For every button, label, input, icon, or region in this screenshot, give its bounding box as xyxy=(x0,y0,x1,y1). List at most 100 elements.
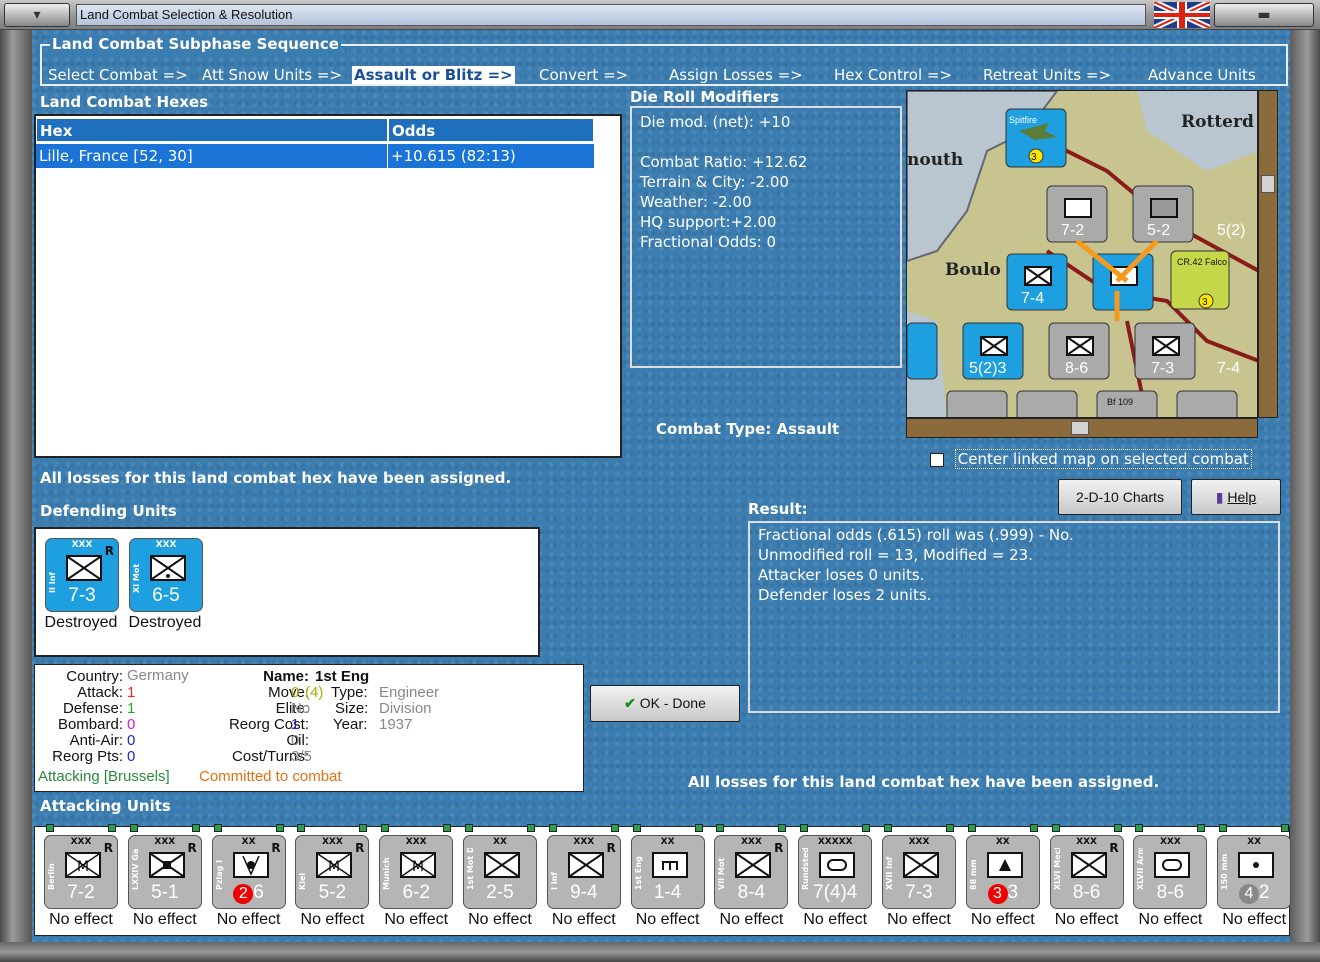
attack-factor-badge: 2 xyxy=(233,884,254,904)
unit-strength: 6-2 xyxy=(402,882,430,903)
attacking-units-box: XXX R Berlin M 7-2 No effect XXX R LXXIV Garr 5-1… xyxy=(34,824,1292,936)
ok-done-label: OK - Done xyxy=(639,695,706,711)
unit-size: XX xyxy=(1247,837,1262,847)
infantry-icon xyxy=(567,852,604,878)
map-unit-berlin: 7-2 xyxy=(1061,222,1084,239)
size-key: Size: xyxy=(335,700,369,717)
unit-strength: 26 xyxy=(213,882,285,904)
defense-value: 1 xyxy=(127,700,136,717)
reserve-marker: R xyxy=(355,841,365,855)
unit-strength: 7(4)4 xyxy=(813,882,858,903)
attacking-unit[interactable]: XXXXX Rundstedt 7(4)4 xyxy=(798,835,873,909)
supply-marker xyxy=(297,824,306,832)
supply-marker xyxy=(275,824,284,832)
window-title: Land Combat Selection & Resolution xyxy=(76,4,1146,26)
attacking-unit[interactable]: XXX R LXXIV Garr 5-1 xyxy=(127,835,202,909)
unit-strength: 1-4 xyxy=(653,882,682,903)
attack-value: 1 xyxy=(127,684,136,701)
attacking-unit[interactable]: XX R Pzlag I26 xyxy=(211,835,286,909)
map-unit-spitfire: Spitfire xyxy=(1009,115,1037,125)
engineer-icon xyxy=(651,852,688,878)
move-key: Move: xyxy=(268,684,309,701)
supply-marker xyxy=(191,824,200,832)
unit-size: XX xyxy=(493,837,507,847)
attacking-unit[interactable]: XXX R Kiel M 5-2 xyxy=(295,835,370,909)
attacking-unit[interactable]: XX 88 mm 3 3 xyxy=(965,835,1040,909)
map-vertical-scrollbar[interactable] xyxy=(1258,90,1278,418)
map-unit-cr42-value: 3 xyxy=(1202,297,1208,308)
supply-marker xyxy=(862,824,871,832)
unit-status: No effect xyxy=(803,911,868,928)
close-window-button[interactable]: ▬ xyxy=(1214,3,1314,27)
result-loss-message: All losses for this land combat hex have… xyxy=(688,773,1160,791)
supply-marker xyxy=(108,824,116,832)
center-linked-map-checkbox[interactable]: Center linked map on selected combat xyxy=(930,449,1280,472)
step-retreat-units: Retreat Units => xyxy=(983,66,1112,84)
type-value: Engineer xyxy=(379,684,440,701)
mech-icon: M xyxy=(65,852,101,878)
committed-status: Committed to combat xyxy=(199,768,342,785)
bombard-key: Bombard: xyxy=(57,716,123,733)
attacking-unit[interactable]: XX 1st Eng 1-4 xyxy=(630,835,705,909)
linked-map[interactable]: Rotterd Boulo nouth 7-2 5-2 7-4 5(2)3 8-… xyxy=(906,90,1258,418)
attack-factor-badge: 4 xyxy=(1238,884,1259,904)
panzerjager-icon xyxy=(232,852,269,878)
result-line: Attacker loses 0 units. xyxy=(758,566,925,584)
drm-hq-support: HQ support:+2.00 xyxy=(640,213,777,231)
map-horizontal-scrollbar[interactable] xyxy=(906,418,1258,438)
unit-status: No effect xyxy=(551,911,616,928)
unit-status: No effect xyxy=(970,911,1035,928)
drm-fractional-odds: Fractional Odds: 0 xyxy=(640,233,777,251)
map-vscroll-thumb[interactable] xyxy=(1261,175,1275,193)
ok-done-button[interactable]: ✔ OK - Done xyxy=(590,685,740,722)
unit-size: XX xyxy=(660,837,675,847)
attacking-unit[interactable]: XXX R XLVI Mech 8-6 xyxy=(1049,835,1124,909)
attacking-unit[interactable]: XXX R Berlin M 7-2 xyxy=(44,835,118,909)
column-header-hex[interactable]: Hex xyxy=(36,118,388,142)
subphase-sequence: Land Combat Subphase Sequence Select Com… xyxy=(40,35,1288,86)
reserve-marker: R xyxy=(103,841,113,855)
garrison-icon xyxy=(148,852,185,878)
supply-marker xyxy=(46,824,54,832)
result-line: Unmodified roll = 13, Modified = 23. xyxy=(758,546,1033,564)
step-select-combat: Select Combat => xyxy=(48,66,188,84)
name-key: Name: xyxy=(263,668,309,685)
attacking-unit[interactable]: XXX XVII Inf 7-3 xyxy=(882,835,956,909)
defending-unit-ii-inf[interactable]: XXX R II Inf 7-3 xyxy=(45,538,119,612)
supply-marker xyxy=(381,824,390,832)
supply-marker xyxy=(610,824,619,832)
column-header-odds[interactable]: Odds xyxy=(388,118,594,142)
attacking-unit[interactable]: XXX Munich M 6-2 xyxy=(379,835,454,909)
help-button[interactable]: ▮ Help xyxy=(1191,479,1281,515)
hq-icon xyxy=(819,852,856,878)
unit-strength: 9-4 xyxy=(570,882,598,903)
charts-button[interactable]: 2-D-10 Charts xyxy=(1058,479,1182,515)
artillery-icon xyxy=(986,852,1023,878)
attacking-unit[interactable]: XX 150 mm 4 2 xyxy=(1217,835,1292,909)
unit-status: No effect xyxy=(384,911,449,928)
unit-strength-value: 2 xyxy=(1258,882,1270,903)
attacking-unit[interactable]: XX 1st Mot Div 2-5 xyxy=(463,835,537,909)
type-key: Type: xyxy=(331,684,368,701)
map-hscroll-thumb[interactable] xyxy=(1071,421,1089,435)
mech-icon: M xyxy=(400,852,437,878)
attacking-unit[interactable]: XXX XLVII Arm 8-6 xyxy=(1133,835,1208,909)
name-value: 1st Eng xyxy=(315,668,370,685)
attacking-unit[interactable]: XXX R VII Mot 8-4 xyxy=(714,835,789,909)
mot-infantry-icon xyxy=(735,852,772,878)
anti-air-value: 0 xyxy=(127,732,136,749)
unit-strength: 7-3 xyxy=(905,882,933,903)
drm-title: Die Roll Modifiers xyxy=(630,88,780,106)
unit-strength: 8-6 xyxy=(1072,882,1101,903)
map-unit-group: 5(2)3 xyxy=(969,360,1006,377)
system-menu-button[interactable]: ▾ xyxy=(4,3,70,27)
die-roll-modifiers: Die mod. (net): +10 Combat Ratio: +12.62… xyxy=(630,106,902,368)
elite-value: No xyxy=(291,700,311,717)
attacking-unit[interactable]: XXX R I Inf 9-4 xyxy=(546,835,621,909)
defending-unit-xi-mot[interactable]: XXX XI Mot 6-5 xyxy=(129,538,203,612)
map-label-plymouth: nouth xyxy=(907,150,963,170)
defending-title: Defending Units xyxy=(40,502,177,520)
checkbox-box[interactable] xyxy=(930,452,944,467)
unit-size: XX xyxy=(995,837,1010,847)
unit-strength: 33 xyxy=(967,882,1039,904)
